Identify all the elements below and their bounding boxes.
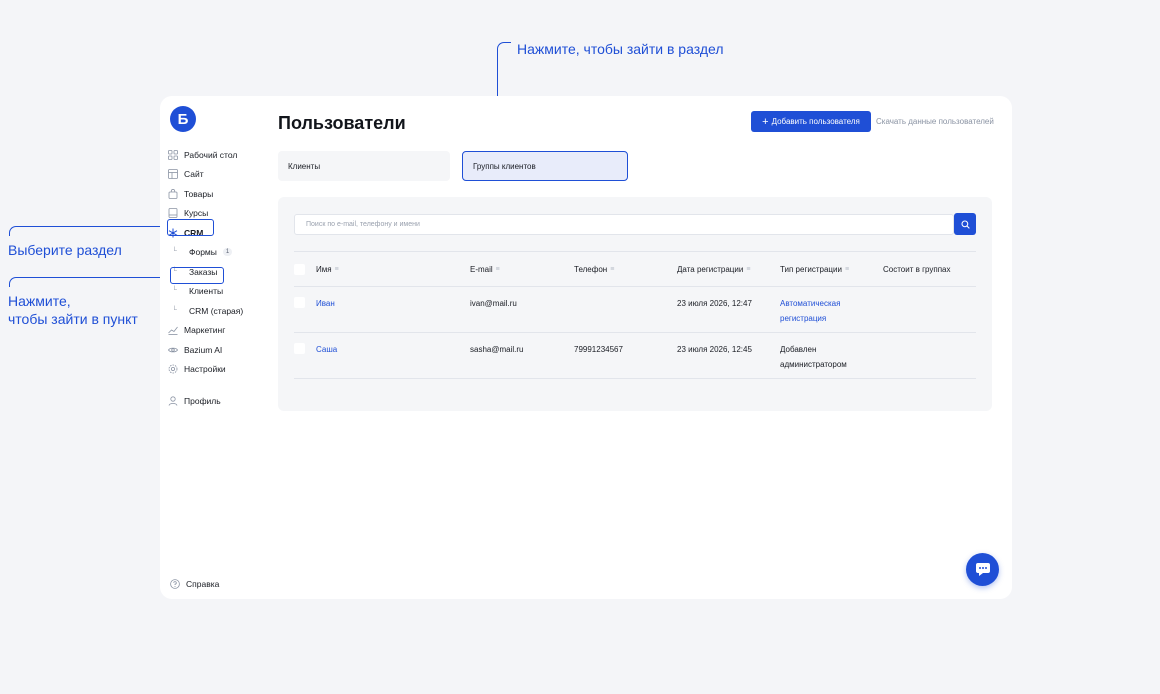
sidebar-item-marketing[interactable]: Маркетинг: [168, 322, 248, 339]
sidebar-item-label: Товары: [184, 188, 214, 199]
help-link[interactable]: Справка: [170, 579, 219, 589]
page-title: Пользователи: [278, 113, 406, 133]
sort-icon: ≡: [334, 266, 339, 273]
chat-button[interactable]: [966, 553, 999, 586]
sidebar-item-label: Сайт: [184, 169, 204, 179]
user-name-link[interactable]: Иван: [316, 298, 335, 310]
help-label: Справка: [186, 579, 220, 589]
sidebar-item-profile[interactable]: Профиль: [168, 393, 248, 410]
annotation-item-bracket: [9, 277, 167, 287]
sidebar-item-label: Рабочий стол: [184, 149, 238, 160]
sidebar-item-dashboard[interactable]: Рабочий стол: [168, 146, 248, 163]
user-email: sasha@mail.ru: [470, 345, 524, 354]
sort-icon: ≡: [495, 266, 500, 273]
select-all-checkbox[interactable]: [294, 264, 305, 275]
user-reg-type: Добавлен администратором: [780, 345, 847, 369]
logo[interactable]: Б: [170, 106, 196, 132]
grid-icon: [168, 149, 178, 160]
bag-icon: [168, 188, 178, 199]
sidebar-item-label: Bazium AI: [184, 344, 223, 355]
search-input[interactable]: Поиск по e-mail, телефону и имени: [294, 214, 954, 235]
search-button[interactable]: [954, 213, 976, 235]
sidebar-subitem-crm-old[interactable]: └ CRM (старая): [168, 302, 248, 319]
sidebar-item-label: CRM (старая): [189, 305, 244, 316]
chat-icon: [975, 563, 990, 576]
column-header-date[interactable]: Дата регистрации ≡: [677, 264, 750, 276]
sidebar-item-site[interactable]: Сайт: [168, 166, 248, 183]
subitem-marker-icon: └: [172, 306, 177, 314]
sidebar-item-label: Курсы: [184, 208, 209, 218]
download-users-link[interactable]: Скачать данные пользователей: [876, 117, 994, 126]
layout-icon: [168, 169, 178, 179]
column-header-name[interactable]: Имя ≡: [316, 264, 339, 276]
sidebar-item-settings[interactable]: Настройки: [168, 361, 248, 378]
sidebar-subitem-clients[interactable]: └ Клиенты: [168, 283, 248, 300]
user-email: ivan@mail.ru: [470, 299, 517, 308]
sort-icon: ≡: [844, 266, 850, 273]
count-badge: 1: [222, 248, 233, 256]
annotation-enter-item-1: Нажмите,: [8, 293, 71, 309]
row-checkbox[interactable]: [294, 343, 305, 354]
users-panel: Поиск по e-mail, телефону и имени Имя ≡ E…: [278, 197, 992, 411]
user-icon: [168, 396, 178, 406]
divider: [294, 251, 976, 252]
crm-highlight: [167, 219, 214, 236]
user-reg-type: Автоматическая регистрация: [780, 299, 841, 323]
sidebar-item-label: Профиль: [184, 396, 221, 406]
row-checkbox[interactable]: [294, 297, 305, 308]
sidebar-item-label: Маркетинг: [184, 325, 226, 335]
user-reg-date: 23 июля 2026, 12:47: [677, 299, 752, 308]
divider: [294, 332, 976, 333]
divider: [294, 378, 976, 379]
annotation-top: Нажмите, чтобы зайти в раздел: [517, 41, 724, 57]
eye-icon: [168, 347, 178, 352]
subitem-marker-icon: └: [172, 248, 177, 255]
user-phone: 79991234567: [574, 345, 623, 354]
clients-highlight: [170, 267, 224, 284]
column-header-email[interactable]: E-mail ≡: [470, 264, 500, 276]
tab-client-groups[interactable]: Группы клиентов: [462, 151, 628, 181]
sidebar-item-label: Настройки: [184, 364, 226, 374]
add-user-label: Добавить пользователя: [771, 117, 860, 126]
divider: [294, 286, 976, 287]
annotation-select-section: Выберите раздел: [8, 242, 122, 258]
sidebar-item-bazium-ai[interactable]: Bazium AI: [168, 341, 248, 358]
add-user-button[interactable]: + Добавить пользователя: [751, 111, 871, 132]
help-icon: [170, 579, 180, 589]
tab-clients[interactable]: Клиенты: [278, 151, 450, 181]
subitem-marker-icon: └: [172, 287, 177, 294]
user-name-link[interactable]: Саша: [316, 344, 337, 356]
sort-icon: ≡: [746, 266, 751, 273]
sidebar-item-label: Клиенты: [189, 286, 224, 296]
annotation-select-bracket: [9, 226, 167, 236]
sidebar-item-label: Формы: [189, 247, 217, 257]
annotation-enter-item-2: чтобы зайти в пункт: [8, 311, 138, 327]
column-header-reg-type[interactable]: Тип регистрации ≡: [780, 264, 849, 276]
sidebar-subitem-forms[interactable]: └ Формы 1: [168, 244, 248, 261]
plus-icon: +: [762, 115, 769, 128]
sort-icon: ≡: [610, 266, 615, 273]
user-reg-date: 23 июля 2026, 12:45: [677, 345, 752, 354]
chart-icon: [168, 326, 178, 335]
column-header-groups: Состоит в группах: [883, 265, 951, 274]
sidebar-item-products[interactable]: Товары: [168, 185, 248, 202]
gear-icon: [168, 364, 178, 374]
book-icon: [168, 208, 178, 218]
column-header-phone[interactable]: Телефон ≡: [574, 264, 614, 276]
app-window: Б Рабочий стол Сайт Товары Курсы CRM └ Ф…: [160, 96, 1012, 599]
search-icon: [960, 219, 970, 229]
